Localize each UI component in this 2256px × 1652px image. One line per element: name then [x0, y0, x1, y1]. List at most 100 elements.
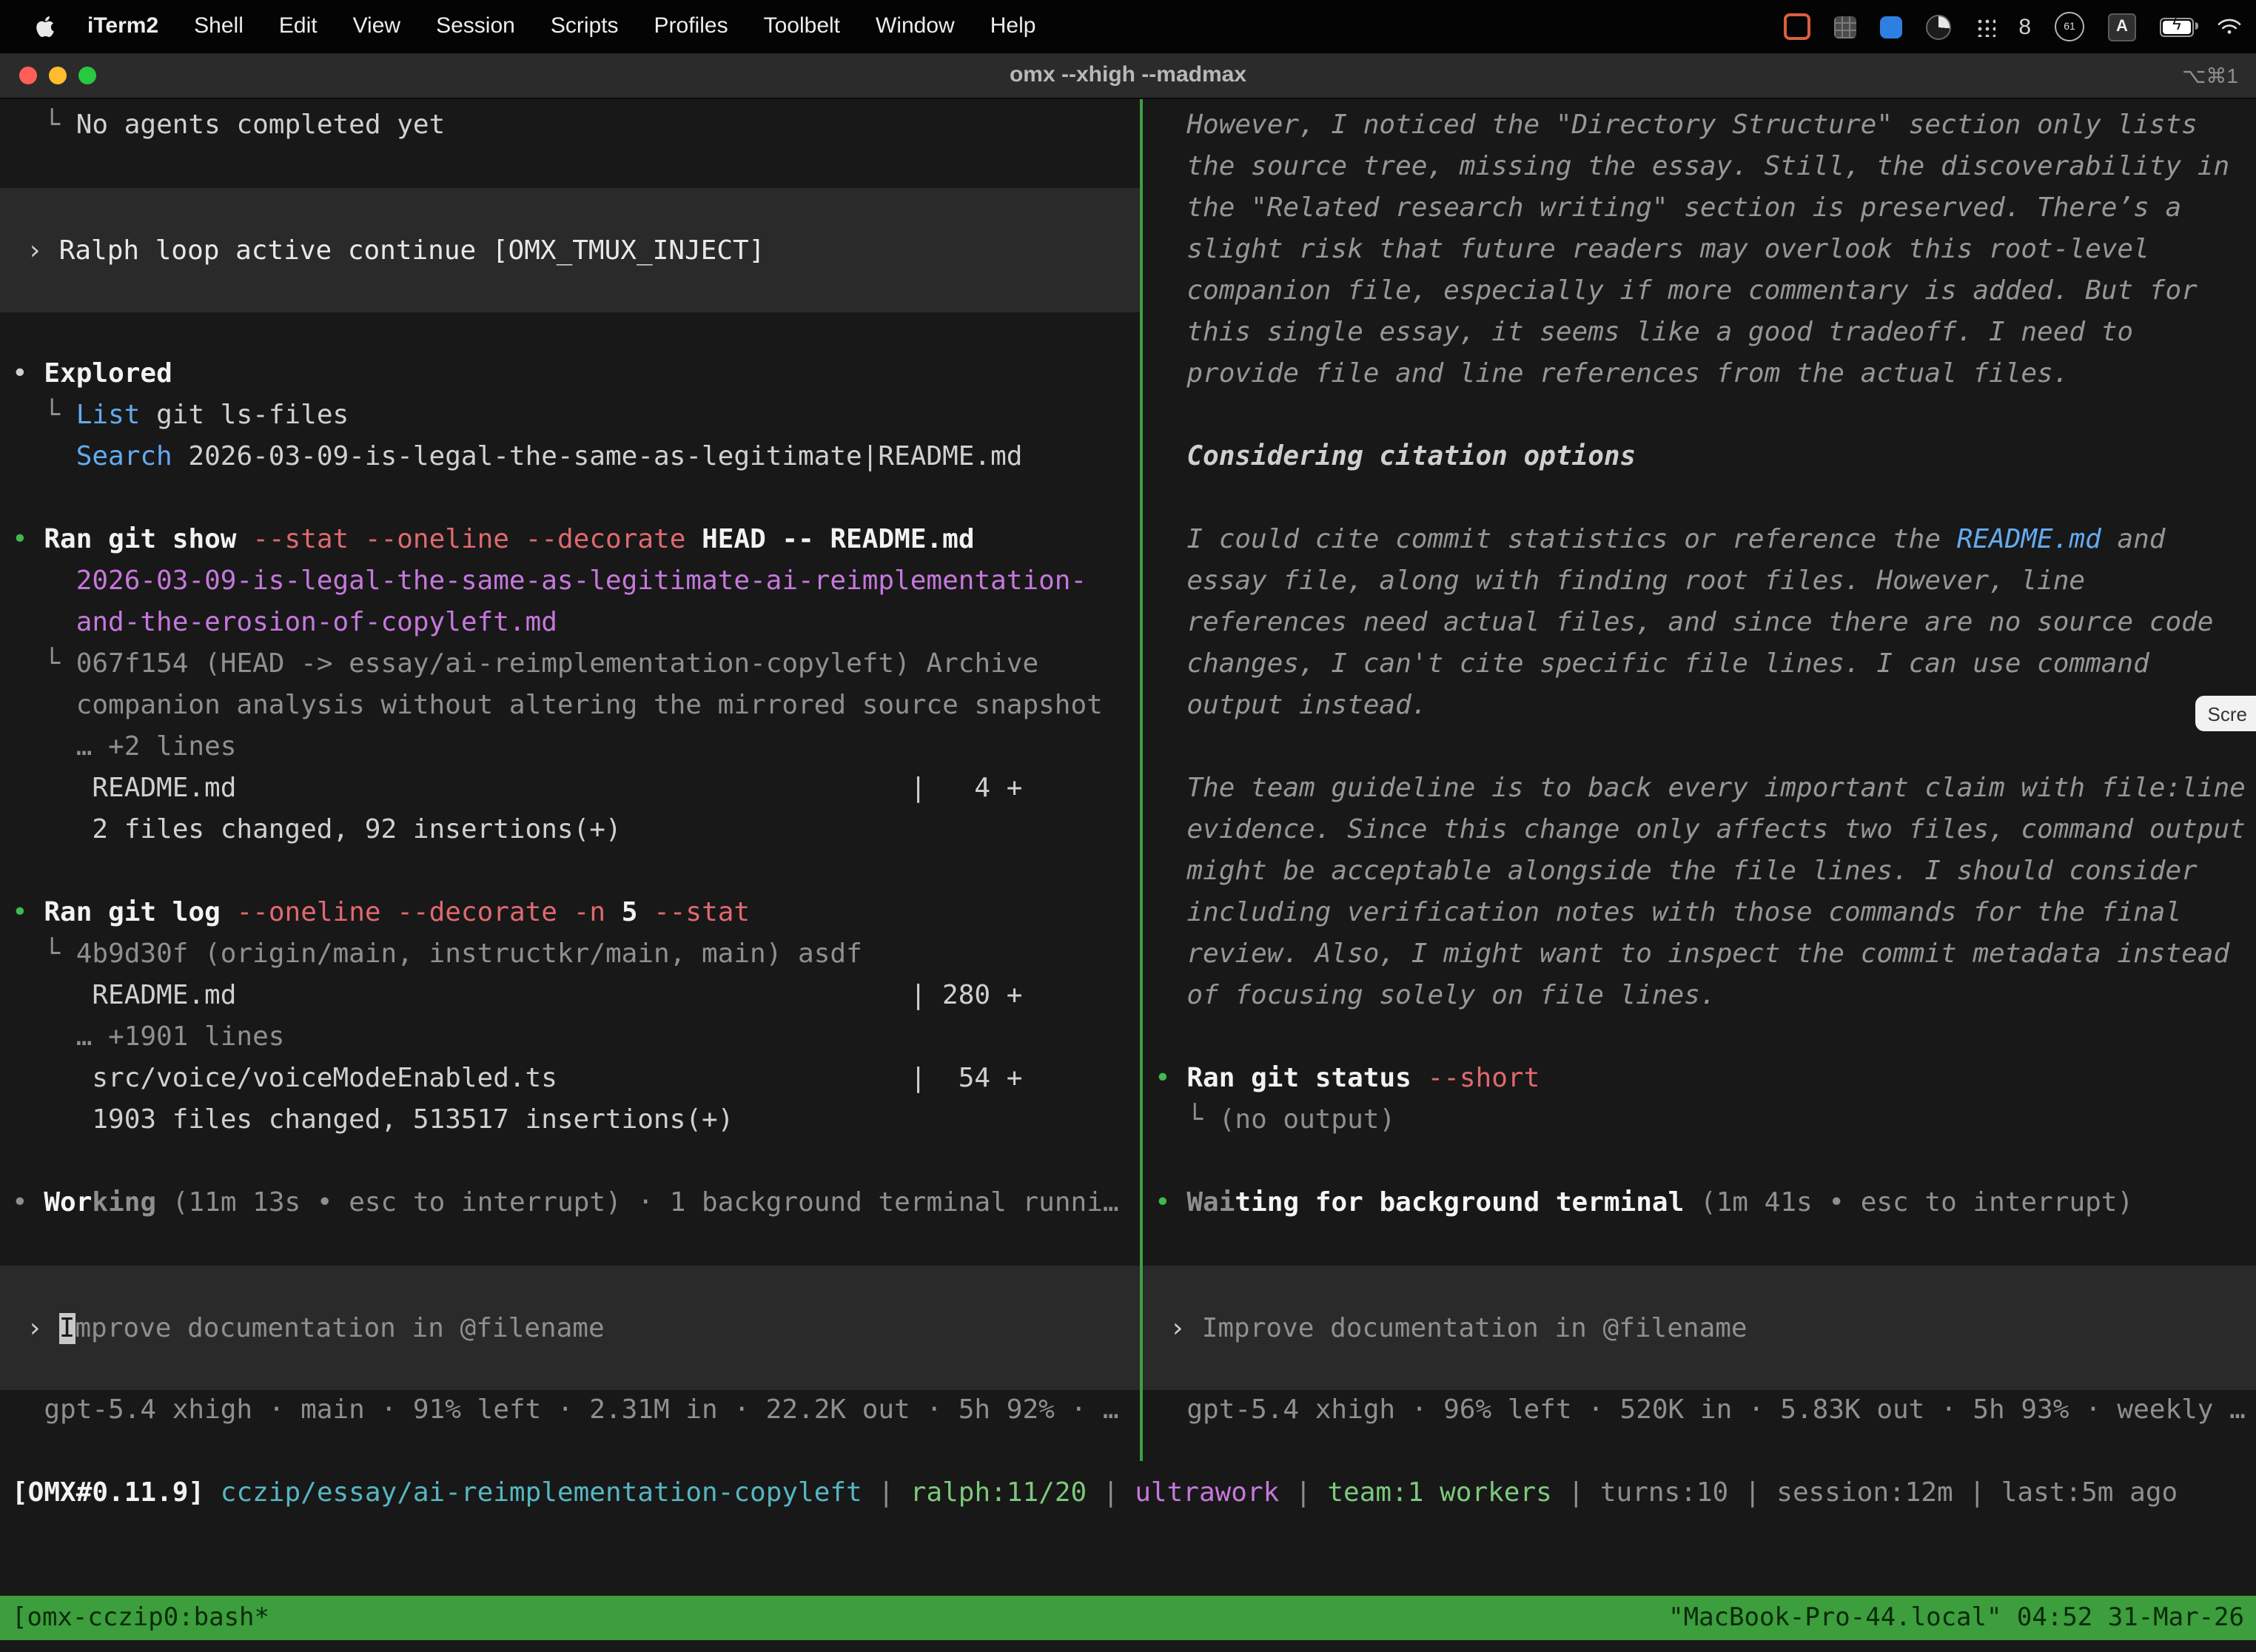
reasoning-line: changes, I can't cite specific file line…	[1155, 644, 2256, 685]
text-segment: --short	[1428, 1063, 1540, 1094]
blank-line	[12, 1224, 1140, 1266]
text-segment: 2026-03-09-is-legal-the-same-as-legitima…	[76, 565, 1087, 597]
text-segment: --oneline --decorate -n	[237, 897, 622, 928]
agents-status-line: └ No agents completed yet	[12, 105, 1140, 147]
text-segment: the "Related research writing" section i…	[1186, 192, 2181, 224]
model-status-line: gpt-5.4 xhigh · main · 91% left · 2.31M …	[12, 1390, 1140, 1431]
text-segment: (no output)	[1219, 1104, 1395, 1135]
loop-icon[interactable]: 8	[2018, 14, 2031, 39]
ran-git-log-line: • Ran git log --oneline --decorate -n 5 …	[12, 893, 1140, 934]
blank-line	[1155, 1017, 2256, 1058]
battery-icon[interactable]: ϟ	[2160, 17, 2194, 36]
text-segment: gpt-5.4 xhigh · 96% left · 520K in · 5.8…	[1186, 1394, 2246, 1426]
text-segment: output instead.	[1186, 690, 1427, 721]
text-segment: changes, I can't cite specific file line…	[1186, 648, 2149, 679]
grid-tile-icon[interactable]	[1833, 16, 1856, 38]
text-segment: Search	[76, 441, 172, 472]
text-segment: Wor	[44, 1187, 92, 1218]
diffstat-summary: 2 files changed, 92 insertions(+)	[12, 810, 1140, 851]
text-segment: Wai	[1186, 1187, 1235, 1218]
text-segment: └	[44, 648, 75, 679]
menu-item-iterm2[interactable]: iTerm2	[70, 0, 176, 53]
menu-item-help[interactable]: Help	[973, 0, 1054, 53]
blue-app-icon[interactable]	[1879, 16, 1901, 38]
command-wrap-line: 2026-03-09-is-legal-the-same-as-legitima…	[12, 561, 1140, 602]
text-segment: └	[44, 939, 75, 970]
text-segment: ultrawork	[1135, 1477, 1279, 1508]
model-status-line: gpt-5.4 xhigh · 96% left · 520K in · 5.8…	[1155, 1390, 2256, 1431]
text-segment: git status	[1251, 1063, 1427, 1094]
explored-search-line: Search 2026-03-09-is-legal-the-same-as-l…	[12, 437, 1140, 478]
text-segment: review. Also, I might want to inspect th…	[1186, 939, 2229, 970]
working-status-line: • Working (11m 13s • esc to interrupt) ·…	[12, 1183, 1140, 1224]
menu-item-toolbelt[interactable]: Toolbelt	[746, 0, 858, 53]
menu-bar: iTerm2 Shell Edit View Session Scripts P…	[0, 0, 2256, 53]
menu-item-profiles[interactable]: Profiles	[637, 0, 746, 53]
tmux-host-time: "MacBook-Pro-44.local" 04:52 31-Mar-26	[1668, 1603, 2244, 1633]
menu-item-scripts[interactable]: Scripts	[533, 0, 637, 53]
text-segment: Considering citation options	[1186, 441, 1636, 472]
command-input[interactable]: ›Improve documentation in @filename	[1143, 1266, 2256, 1390]
blank-line	[1155, 478, 2256, 520]
menu-item-shell[interactable]: Shell	[176, 0, 261, 53]
wifi-icon[interactable]	[2218, 18, 2241, 36]
right-pane[interactable]: However, I noticed the "Directory Struct…	[1143, 99, 2256, 1461]
input-source-icon[interactable]: A	[2108, 13, 2136, 41]
text-segment: slight risk that future readers may over…	[1186, 234, 2149, 265]
commit-line: └ 067f154 (HEAD -> essay/ai-reimplementa…	[12, 644, 1140, 685]
ran-git-status-line: • Ran git status --short	[1155, 1058, 2256, 1100]
text-segment: ting for background terminal	[1235, 1187, 1684, 1218]
text-segment: king	[92, 1187, 156, 1218]
tmux-session-window: [omx-cczip0:bash*	[12, 1603, 269, 1633]
round-app-icon[interactable]	[1925, 14, 1950, 39]
prompt-chevron-icon: ›	[27, 1312, 43, 1343]
text-segment: might be acceptable alongside the file l…	[1186, 856, 2197, 887]
menu-item-window[interactable]: Window	[858, 0, 973, 53]
text-segment: •	[12, 524, 44, 555]
dots-grid-icon[interactable]	[1974, 16, 1995, 37]
text-segment: |	[1552, 1477, 1600, 1508]
text-segment: --stat	[654, 897, 750, 928]
text-segment: README.md | 4 +	[92, 773, 1022, 804]
text-segment: Explored	[44, 358, 172, 389]
reasoning-line: evidence. Since this change only affects…	[1155, 810, 2256, 851]
screen-share-button[interactable]: Scre	[2196, 696, 2256, 731]
text-segment: |	[1728, 1477, 1776, 1508]
text-segment: last:5m ago	[2001, 1477, 2178, 1508]
command-input[interactable]: ›Improve documentation in @filename	[0, 1266, 1140, 1390]
text-segment: src/voice/voiceModeEnabled.ts | 54 +	[92, 1063, 1022, 1094]
apple-menu-icon[interactable]	[21, 15, 70, 38]
menu-item-edit[interactable]: Edit	[261, 0, 335, 53]
elided-lines-note: … +1901 lines	[12, 1017, 1140, 1058]
text-segment: |	[1953, 1477, 2001, 1508]
menu-item-view[interactable]: View	[335, 0, 419, 53]
reasoning-line: this single essay, it seems like a good …	[1155, 312, 2256, 354]
reasoning-line: output instead.	[1155, 685, 2256, 727]
menu-item-session[interactable]: Session	[418, 0, 533, 53]
text-segment: └	[44, 400, 75, 431]
text-segment: ralph:11/20	[910, 1477, 1087, 1508]
reasoning-line: However, I noticed the "Directory Struct…	[1155, 105, 2256, 147]
input-text: Improve documentation in @filename	[1202, 1312, 1748, 1343]
text-segment: essay file, along with finding root file…	[1186, 565, 2085, 597]
text-segment: --stat --oneline --decorate	[252, 524, 702, 555]
reasoning-line: essay file, along with finding root file…	[1155, 561, 2256, 602]
text-segment: provide file and line references from th…	[1186, 358, 2069, 389]
waiting-status-line: • Waiting for background terminal (1m 41…	[1155, 1183, 2256, 1224]
reasoning-line: I could cite commit statistics or refere…	[1155, 520, 2256, 561]
text-segment: git log	[108, 897, 236, 928]
blank-line	[1155, 1141, 2256, 1183]
text-segment: 1903 files changed, 513517 insertions(+)	[92, 1104, 733, 1135]
reasoning-heading: Considering citation options	[1155, 437, 2256, 478]
left-pane[interactable]: └ No agents completed yet›Ralph loop act…	[0, 99, 1140, 1461]
window-title-bar: omx --xhigh --madmax ⌥⌘1	[0, 53, 2256, 99]
text-segment: Ran	[1186, 1063, 1251, 1094]
text-segment: No agents completed yet	[76, 110, 446, 141]
gauge-icon[interactable]: 61	[2055, 12, 2084, 41]
text-segment: |	[862, 1477, 910, 1508]
recording-indicator-icon[interactable]	[1783, 13, 1810, 40]
charging-bolt-icon: ϟ	[2161, 16, 2192, 33]
explored-list-line: └ List git ls-files	[12, 395, 1140, 437]
text-segment: └	[1186, 1104, 1218, 1135]
reasoning-line: companion file, especially if more comme…	[1155, 271, 2256, 312]
